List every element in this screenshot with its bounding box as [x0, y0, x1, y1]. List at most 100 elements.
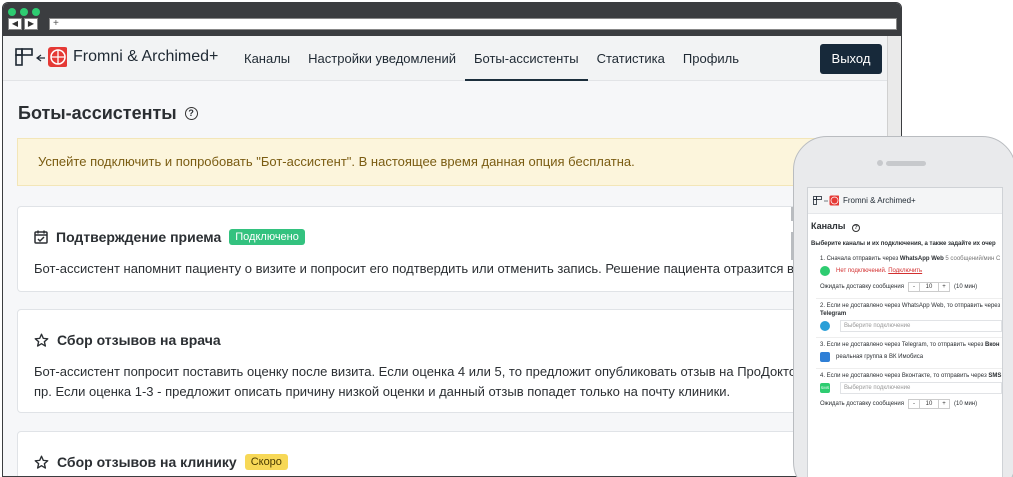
bot-card-doctor-reviews: Сбор отзывов на врача Бот-ассистент попр…: [17, 309, 887, 413]
wait-label: Ожидать доставку сообщения: [820, 401, 904, 407]
tab-statistics[interactable]: Статистика: [588, 36, 674, 81]
whatsapp-row: Нет подключений. Подключить: [820, 263, 1002, 279]
back-icon[interactable]: ◀: [8, 18, 22, 30]
sms-connection-select[interactable]: Выберите подключение: [840, 382, 1002, 394]
card-header: Подтверждение приема Подключено: [34, 229, 305, 245]
promo-alert: Успейте подключить и попробовать "Бот-ас…: [17, 138, 887, 186]
phone-navbar: Fromni & Archimed+: [808, 188, 1002, 214]
browser-window: ◀ ▶ + Fromni & Archimed+ Каналы Настройк…: [2, 2, 902, 477]
wait-unit: (10 мин): [953, 401, 978, 407]
plus-button[interactable]: +: [939, 283, 949, 291]
wait-stepper[interactable]: -10 +: [907, 399, 950, 409]
page-title-text: Боты-ассистенты: [18, 103, 177, 123]
status-badge: Подключено: [229, 229, 305, 245]
window-dot-icon[interactable]: [20, 8, 28, 16]
phone-subtitle: Выберите каналы и их подключения, а такж…: [811, 241, 996, 247]
divider: [816, 298, 1002, 299]
vk-row: реальная группа в ВК Имобиса: [820, 349, 1002, 365]
phone-step-1: 1. Сначала отправить через WhatsApp Web …: [808, 255, 1002, 295]
step-4-prefix: 4. Если не доставлено через Вконтакте, т…: [820, 373, 989, 379]
new-tab-button[interactable]: +: [49, 18, 897, 30]
phone-brand-name: Fromni & Archimed+: [843, 196, 916, 205]
card-title: Сбор отзывов на клинику: [57, 454, 237, 470]
card-description: Бот-ассистент напомнит пациенту о визите…: [34, 261, 856, 276]
step-3-channel: Вкон: [985, 342, 1000, 348]
wait-value[interactable]: 10: [918, 283, 939, 291]
fromni-logo-icon: [15, 47, 67, 67]
phone-side-button: [791, 207, 794, 221]
top-navbar: Fromni & Archimed+ Каналы Настройки увед…: [3, 36, 887, 81]
step-1-channel: WhatsApp Web: [899, 256, 944, 262]
step-4-channel: SMS: [988, 373, 1002, 379]
wait-row: Ожидать доставку сообщения -10 + (10 мин): [820, 279, 1002, 295]
phone-step-2: 2. Если не доставлено через WhatsApp Web…: [808, 302, 1002, 334]
tab-notification-settings[interactable]: Настройки уведомлений: [299, 36, 465, 81]
wait-value[interactable]: 10: [918, 400, 939, 408]
logout-button[interactable]: Выход: [820, 44, 882, 74]
star-outline-icon: [34, 455, 49, 469]
phone-page-title: Каналы ?: [811, 221, 1002, 232]
card-description-line-2: пр. Если оценка 1-3 - предложит описать …: [34, 384, 731, 399]
phone-page-title-text: Каналы: [811, 221, 846, 231]
bot-card-appointment-confirmation: Подтверждение приема Подключено Бот-асси…: [17, 206, 887, 292]
wait-row: Ожидать доставку сообщения -10 + (10 мин): [820, 396, 1002, 412]
tab-channels[interactable]: Каналы: [235, 36, 299, 81]
wait-stepper[interactable]: -10 +: [907, 282, 950, 292]
calendar-check-icon: [34, 230, 48, 244]
fromni-logo-icon: [813, 195, 839, 206]
minus-button[interactable]: -: [909, 283, 919, 291]
phone-camera: [877, 160, 883, 166]
tab-bot-assistants[interactable]: Боты-ассистенты: [465, 36, 588, 81]
minus-button[interactable]: -: [909, 400, 919, 408]
telegram-row: Выберите подключение: [820, 318, 1002, 334]
window-dot-icon[interactable]: [32, 8, 40, 16]
divider: [816, 337, 1002, 338]
bot-card-clinic-reviews: Сбор отзывов на клинику Скоро По: [17, 431, 887, 476]
step-4-label: 4. Если не доставлено через Вконтакте, т…: [820, 372, 1002, 380]
vk-icon: [820, 352, 830, 362]
card-header: Сбор отзывов на клинику Скоро: [34, 454, 288, 470]
browser-chrome: ◀ ▶ +: [3, 3, 901, 36]
phone-screen: Fromni & Archimed+ Каналы ? Выберите кан…: [807, 187, 1003, 477]
sms-row: SMS Выберите подключение: [820, 380, 1002, 396]
card-description-line-1: Бот-ассистент попросит поставить оценку …: [34, 364, 856, 379]
step-2-channel: Telegram: [820, 310, 1002, 318]
forward-icon[interactable]: ▶: [24, 18, 38, 30]
plus-button[interactable]: +: [939, 400, 949, 408]
step-3-prefix: 3. Если не доставлено через Telegram, то…: [820, 342, 985, 348]
window-dot-icon[interactable]: [8, 8, 16, 16]
wait-label: Ожидать доставку сообщения: [820, 284, 904, 290]
whatsapp-icon: [820, 266, 830, 276]
telegram-icon: [820, 321, 830, 331]
browser-nav-controls: ◀ ▶: [8, 18, 40, 30]
help-icon[interactable]: ?: [851, 224, 860, 232]
step-1-label: 1. Сначала отправить через WhatsApp Web …: [820, 255, 1002, 263]
tab-profile[interactable]: Профиль: [674, 36, 748, 81]
step-3-label: 3. Если не доставлено через Telegram, то…: [820, 341, 1002, 349]
star-outline-icon: [34, 333, 49, 347]
brand-name: Fromni & Archimed+: [73, 48, 219, 65]
help-icon[interactable]: ?: [184, 107, 198, 120]
phone-mockup: Fromni & Archimed+ Каналы ? Выберите кан…: [791, 136, 1013, 477]
card-title: Подтверждение приема: [56, 229, 222, 245]
card-title: Сбор отзывов на врача: [57, 332, 221, 348]
vk-connection-value[interactable]: реальная группа в ВК Имобиса: [836, 354, 923, 360]
step-1-suffix: 5 сообщений/мин С: [943, 256, 1001, 262]
phone-side-button: [791, 232, 794, 260]
phone-speaker: [886, 161, 926, 166]
wait-unit: (10 мин): [953, 284, 978, 290]
phone-step-3: 3. Если не доставлено через Telegram, то…: [808, 341, 1002, 365]
brand[interactable]: Fromni & Archimed+: [15, 46, 218, 68]
stage: ◀ ▶ + Fromni & Archimed+ Каналы Настройк…: [0, 0, 1013, 477]
step-1-prefix: 1. Сначала отправить через: [820, 256, 900, 262]
app-root: Fromni & Archimed+ Каналы Настройки увед…: [3, 36, 887, 476]
step-2-label: 2. Если не доставлено через WhatsApp Web…: [820, 303, 1001, 309]
telegram-connection-select[interactable]: Выберите подключение: [840, 320, 1002, 332]
connect-link[interactable]: Подключить: [888, 268, 922, 274]
phone-step-4: 4. Если не доставлено через Вконтакте, т…: [808, 372, 1002, 412]
sms-icon: SMS: [820, 383, 830, 393]
main-nav: Каналы Настройки уведомлений Боты-ассист…: [235, 36, 748, 81]
status-badge: Скоро: [244, 454, 288, 470]
step-2-channel-name: Telegram: [820, 311, 847, 317]
divider: [816, 368, 1002, 369]
